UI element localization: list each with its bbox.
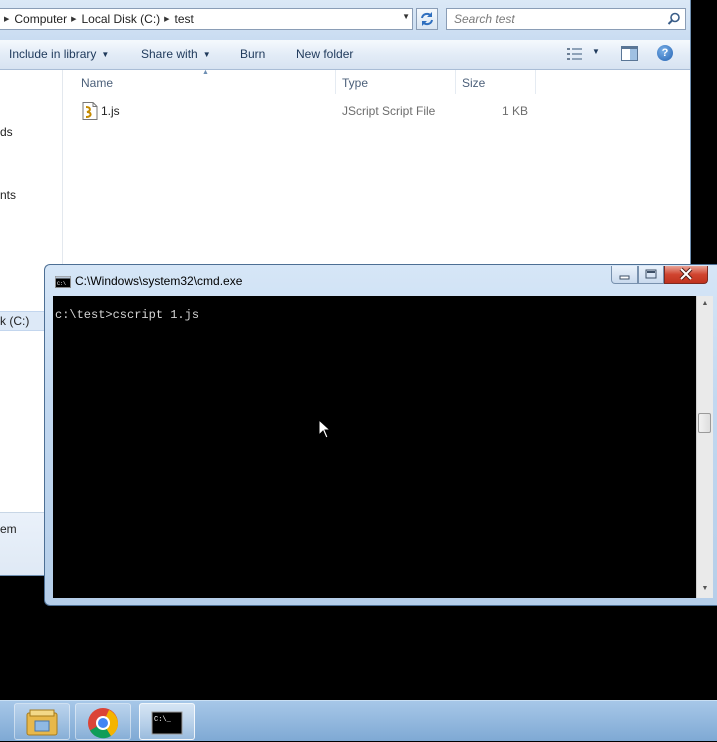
- details-item-label: em: [0, 522, 17, 536]
- file-type: JScript Script File: [342, 104, 436, 118]
- column-separator[interactable]: [535, 70, 536, 94]
- console-text: c:\test>cscript 1.js: [55, 308, 200, 322]
- command-bar: Include in library ▼ Share with ▼ Burn New…: [0, 40, 690, 70]
- taskbar-file-explorer[interactable]: [14, 703, 70, 740]
- chevron-down-icon: ▼: [202, 50, 211, 59]
- command-prompt-icon: C:\_: [151, 711, 183, 735]
- minimize-icon: [619, 275, 630, 280]
- console-output[interactable]: c:\test>cscript 1.js: [53, 296, 696, 598]
- address-bar[interactable]: ▶ Computer ▶ Local Disk (C:) ▶ test ▼: [0, 8, 413, 30]
- nav-item-downloads[interactable]: ds: [0, 125, 13, 139]
- refresh-icon: [421, 12, 433, 26]
- breadcrumb-arrow-icon[interactable]: ▶: [67, 15, 81, 23]
- file-name: 1.js: [101, 104, 120, 118]
- breadcrumb-test[interactable]: test: [175, 12, 194, 26]
- search-box[interactable]: [446, 8, 686, 30]
- column-header-name[interactable]: Name: [81, 76, 113, 90]
- file-row[interactable]: 1.js JScript Script File 1 KB: [63, 100, 690, 122]
- column-headers: ▲ Name Type Size: [63, 69, 690, 94]
- search-icon[interactable]: [667, 12, 681, 26]
- mouse-cursor-icon: [318, 419, 332, 439]
- scroll-down-icon[interactable]: ▼: [697, 581, 713, 597]
- refresh-button[interactable]: [416, 8, 438, 30]
- file-explorer-icon: [26, 709, 58, 736]
- cmd-window: C:\ C:\Windows\system32\cmd.exe c:\test>…: [44, 264, 717, 606]
- help-icon: ?: [661, 47, 669, 59]
- include-in-library-button[interactable]: Include in library ▼: [9, 47, 109, 61]
- taskbar: C:\_: [0, 700, 717, 741]
- new-folder-button[interactable]: New folder: [296, 47, 353, 61]
- breadcrumb-arrow-icon[interactable]: ▶: [160, 15, 174, 23]
- scroll-up-icon[interactable]: ▲: [697, 296, 713, 312]
- views-dropdown-icon[interactable]: ▼: [592, 47, 600, 56]
- script-file-icon: [82, 102, 98, 120]
- taskbar-command-prompt[interactable]: C:\_: [139, 703, 195, 740]
- breadcrumb-local-disk[interactable]: Local Disk (C:): [81, 12, 160, 26]
- sort-ascending-icon: ▲: [202, 69, 209, 76]
- address-dropdown-icon[interactable]: ▼: [402, 12, 410, 21]
- breadcrumb-computer[interactable]: Computer: [14, 12, 67, 26]
- chevron-down-icon: ▼: [101, 50, 110, 59]
- close-button[interactable]: [664, 266, 708, 284]
- include-in-library-label: Include in library: [9, 47, 97, 61]
- command-prompt-icon: C:\: [55, 276, 71, 288]
- svg-text:C:\_: C:\_: [154, 716, 172, 724]
- scroll-thumb[interactable]: [698, 413, 711, 433]
- share-with-button[interactable]: Share with ▼: [141, 47, 211, 61]
- file-size: 1 KB: [501, 104, 528, 118]
- cmd-window-title: C:\Windows\system32\cmd.exe: [75, 274, 243, 288]
- search-input[interactable]: [447, 9, 664, 29]
- taskbar-chrome[interactable]: [75, 703, 131, 740]
- column-separator[interactable]: [455, 70, 456, 94]
- burn-button[interactable]: Burn: [240, 47, 265, 61]
- help-button[interactable]: ?: [657, 45, 673, 61]
- column-separator[interactable]: [335, 70, 336, 94]
- address-row: ▶ Computer ▶ Local Disk (C:) ▶ test ▼: [0, 0, 690, 40]
- nav-item-local-disk-label: k (C:): [0, 314, 30, 328]
- nav-item-documents[interactable]: nts: [0, 188, 16, 202]
- svg-text:C:\: C:\: [57, 281, 66, 287]
- close-icon: [679, 267, 693, 281]
- column-header-size[interactable]: Size: [462, 76, 485, 90]
- share-with-label: Share with: [141, 47, 198, 61]
- breadcrumb-arrow-icon[interactable]: ▶: [0, 15, 14, 23]
- minimize-button[interactable]: [611, 266, 638, 284]
- column-header-type[interactable]: Type: [342, 76, 368, 90]
- maximize-button[interactable]: [638, 266, 664, 284]
- chrome-icon: [88, 708, 119, 739]
- maximize-icon: [645, 269, 657, 279]
- preview-pane-icon[interactable]: [621, 46, 638, 61]
- vertical-scrollbar[interactable]: ▲ ▼: [696, 296, 713, 598]
- views-icon[interactable]: [567, 47, 583, 61]
